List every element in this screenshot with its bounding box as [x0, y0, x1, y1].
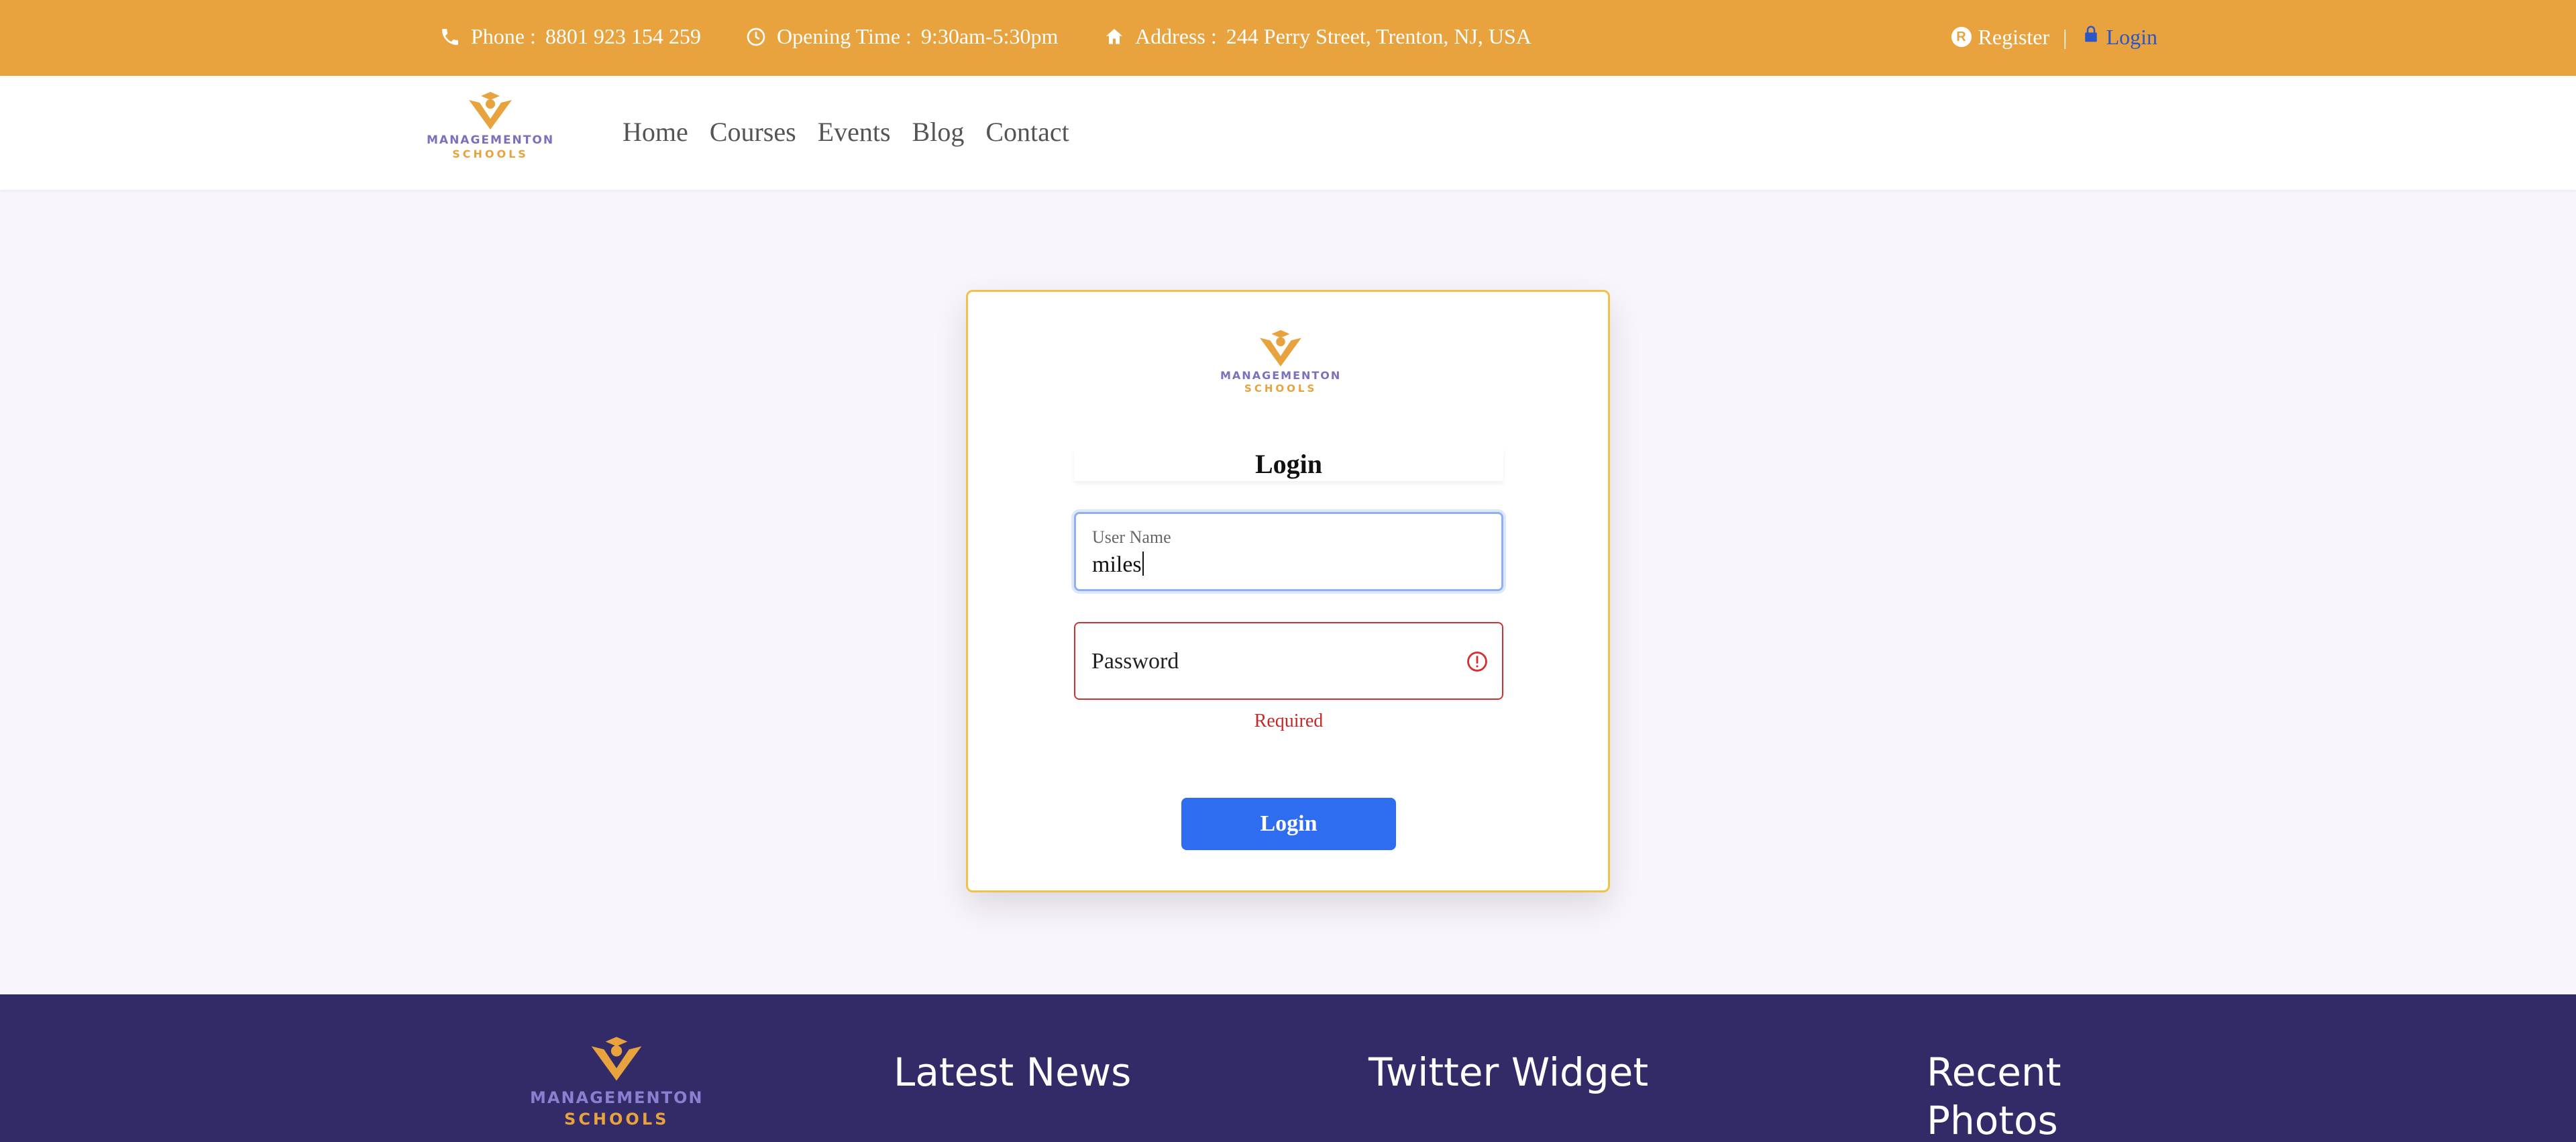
- phone-icon: [439, 25, 462, 48]
- brand-name: MANAGEMENTON: [1220, 369, 1342, 382]
- nav-contact[interactable]: Contact: [985, 116, 1069, 148]
- graduation-logo-icon: [591, 1037, 642, 1081]
- login-title: Login: [1074, 448, 1503, 481]
- error-icon: [1467, 652, 1487, 672]
- login-submit-button[interactable]: Login: [1181, 798, 1396, 850]
- address-label: Address :: [1135, 24, 1217, 48]
- site-logo[interactable]: MANAGEMENTON SCHOOLS: [427, 91, 554, 160]
- phone-label: Phone :: [471, 24, 536, 48]
- auth-links: R Register | Login: [1951, 24, 2157, 50]
- phone-value: 8801 923 154 259: [545, 24, 701, 48]
- login-label: Login: [2106, 24, 2157, 49]
- login-card: MANAGEMENTON SCHOOLS Login User Name mil…: [966, 290, 1610, 892]
- footer-recent-photos-heading: Recent Photos: [1927, 1049, 2061, 1142]
- password-placeholder: Password: [1091, 649, 1179, 674]
- main-navbar: MANAGEMENTON SCHOOLS Home Courses Events…: [0, 76, 2576, 190]
- address-value: 244 Perry Street, Trenton, NJ, USA: [1226, 24, 1532, 48]
- text-caret: [1142, 552, 1144, 576]
- auth-separator: |: [2063, 24, 2068, 49]
- username-field[interactable]: User Name miles: [1074, 512, 1503, 591]
- phone-info: Phone : 8801 923 154 259: [439, 24, 701, 49]
- nav-home[interactable]: Home: [623, 116, 688, 148]
- brand-subtitle: SCHOOLS: [1244, 382, 1318, 395]
- brand-subtitle: SCHOOLS: [564, 1110, 669, 1129]
- nav-events[interactable]: Events: [818, 116, 891, 148]
- username-value: miles: [1092, 552, 1142, 577]
- site-footer: MANAGEMENTON SCHOOLS Latest News Twitter…: [0, 994, 2576, 1142]
- card-logo: MANAGEMENTON SCHOOLS: [1220, 329, 1341, 394]
- login-link[interactable]: Login: [2081, 24, 2157, 50]
- brand-subtitle: SCHOOLS: [452, 148, 529, 160]
- nav-menu: Home Courses Events Blog Contact: [623, 116, 1069, 148]
- brand-name: MANAGEMENTON: [530, 1088, 704, 1107]
- nav-blog[interactable]: Blog: [912, 116, 965, 148]
- opening-time-info: Opening Time : 9:30am-5:30pm: [745, 24, 1058, 49]
- footer-twitter-widget-heading: Twitter Widget: [1368, 1049, 1649, 1095]
- password-error-message: Required: [1254, 711, 1324, 731]
- lock-icon: [2081, 24, 2101, 50]
- password-field[interactable]: Password: [1074, 622, 1503, 700]
- username-input[interactable]: miles: [1092, 552, 1144, 578]
- nav-courses[interactable]: Courses: [710, 116, 796, 148]
- register-link[interactable]: R Register: [1951, 24, 2050, 50]
- graduation-logo-icon: [469, 92, 513, 129]
- opening-time-value: 9:30am-5:30pm: [920, 24, 1059, 48]
- top-info-bar: Phone : 8801 923 154 259 Opening Time : …: [0, 0, 2576, 76]
- brand-name: MANAGEMENTON: [427, 134, 555, 147]
- footer-logo[interactable]: MANAGEMENTON SCHOOLS: [530, 1035, 703, 1127]
- register-label: Register: [1978, 24, 2050, 49]
- address-info: Address : 244 Perry Street, Trenton, NJ,…: [1103, 24, 1532, 49]
- opening-time-label: Opening Time :: [777, 24, 912, 48]
- footer-latest-news-heading: Latest News: [894, 1049, 1132, 1095]
- graduation-logo-icon: [1260, 329, 1302, 367]
- clock-icon: [745, 25, 767, 48]
- register-icon: R: [1951, 27, 1972, 47]
- home-icon: [1103, 25, 1126, 48]
- username-label: User Name: [1092, 527, 1171, 547]
